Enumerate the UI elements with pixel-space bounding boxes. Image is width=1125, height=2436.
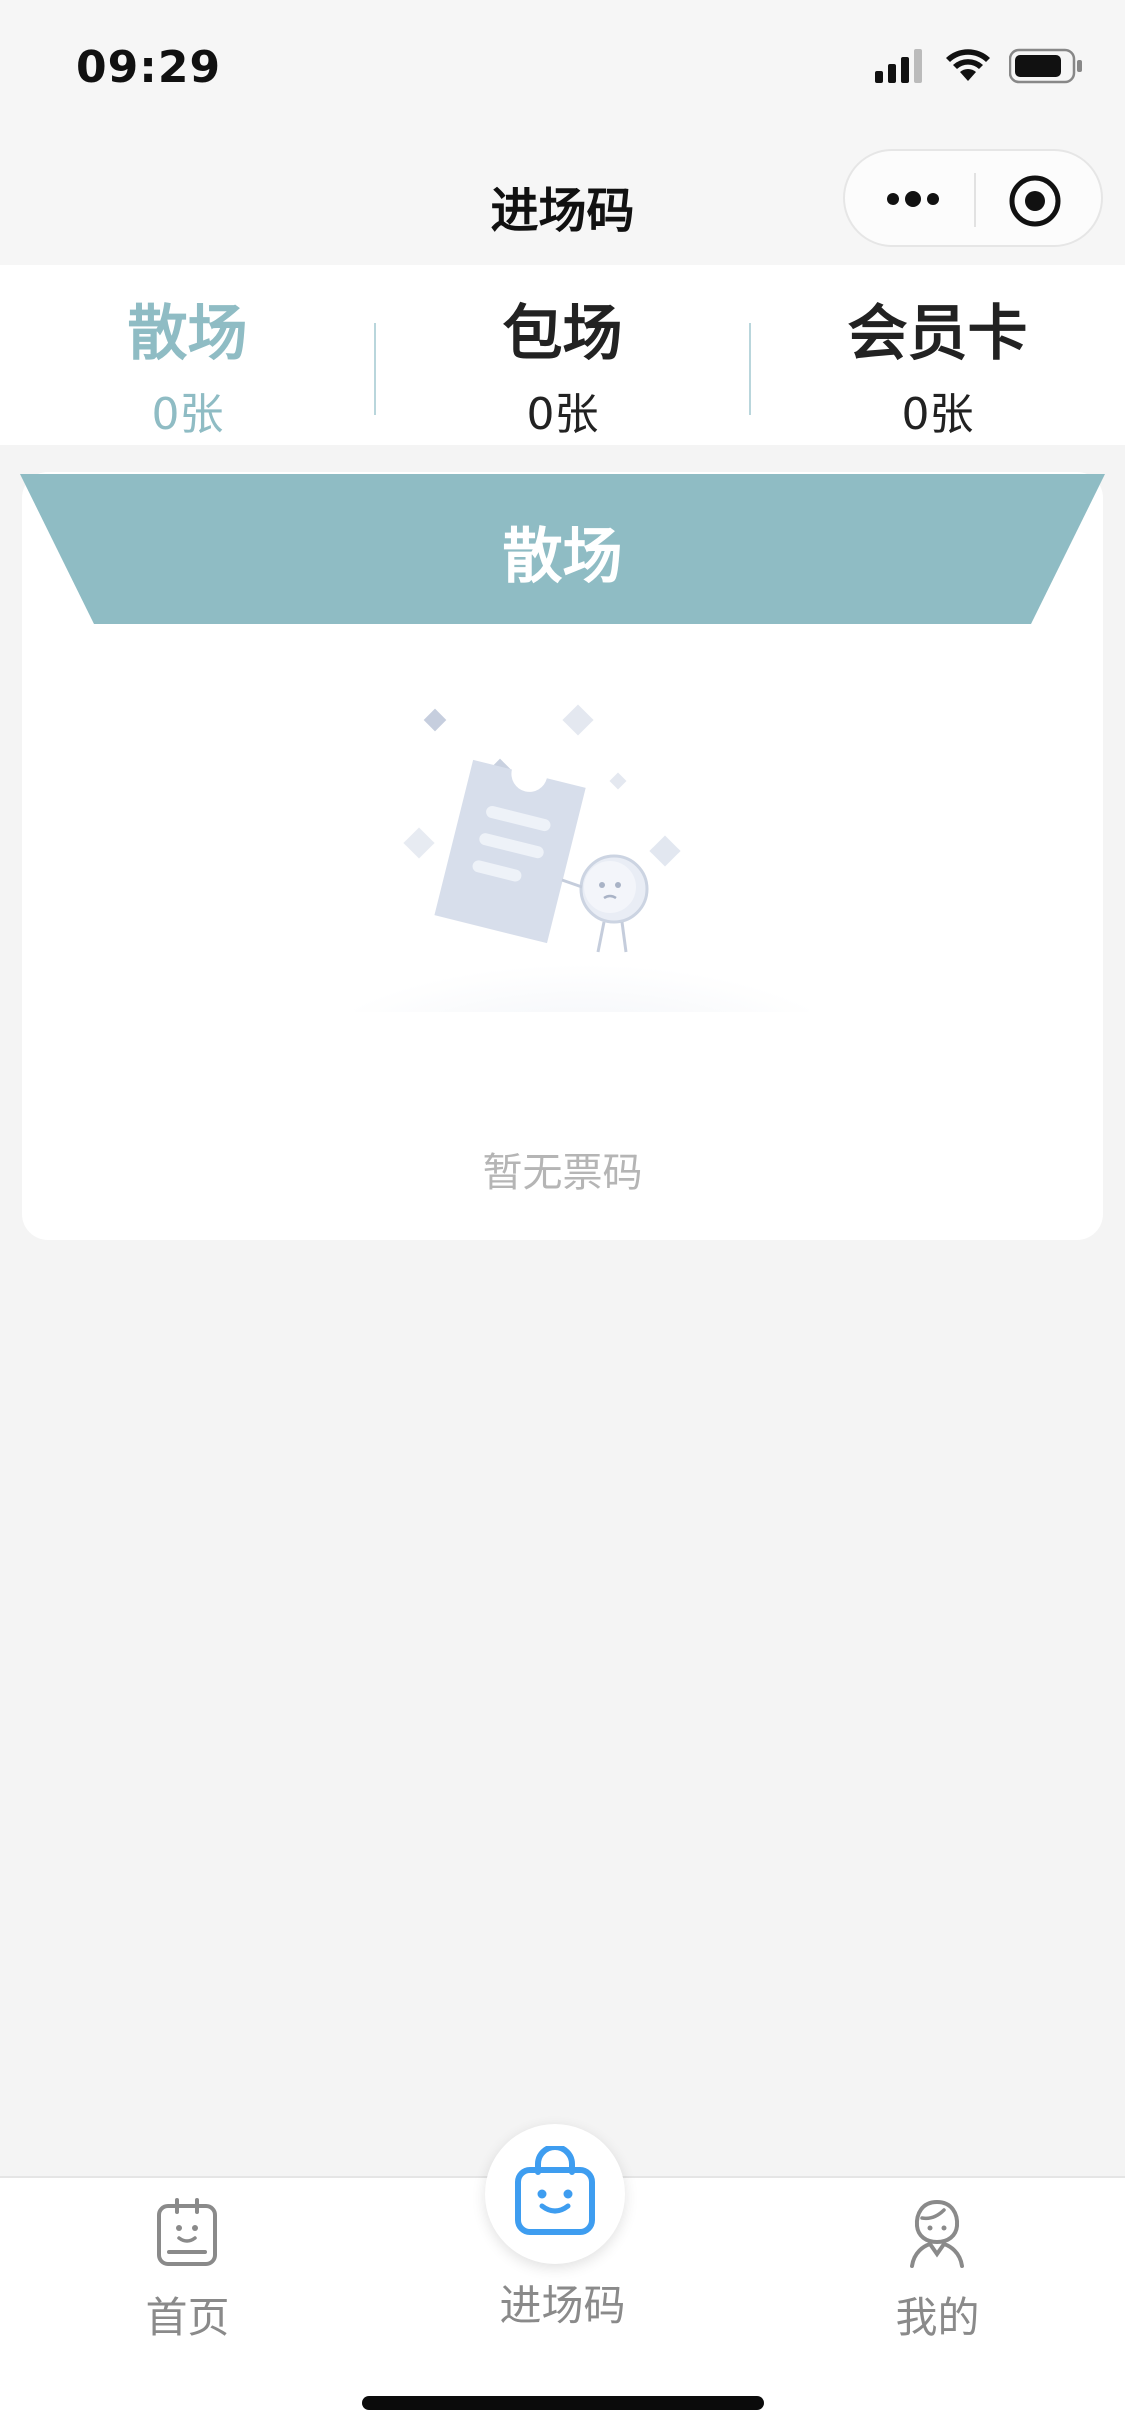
card-banner-title: 散场 — [502, 522, 623, 592]
more-icon[interactable] — [883, 179, 943, 219]
tabbar-item-home[interactable]: 首页 — [0, 2178, 375, 2378]
nav-bar: 进场码 — [0, 135, 1125, 265]
tab-count: 0张 — [901, 389, 974, 440]
battery-icon — [1009, 48, 1082, 84]
empty-state-text: 暂无票码 — [482, 1150, 643, 1196]
user-icon — [910, 2199, 964, 2268]
signal-icon — [875, 49, 922, 83]
home-note-icon — [157, 2198, 217, 2266]
tab-label: 包场 — [502, 299, 623, 369]
empty-ticket-illustration — [342, 704, 822, 1012]
tab-label: 散场 — [127, 299, 248, 369]
tab-member-card[interactable]: 会员卡 0张 — [750, 265, 1125, 445]
tab-sanchang[interactable]: 散场 0张 — [0, 265, 375, 445]
tab-label: 会员卡 — [847, 299, 1028, 369]
tab-count: 0张 — [151, 389, 224, 440]
tabbar-item-mine[interactable]: 我的 — [750, 2178, 1125, 2378]
mini-program-capsule — [843, 149, 1103, 247]
tab-count: 0张 — [526, 389, 599, 440]
tabbar-item-entry-code[interactable]: 进场码 — [375, 2178, 750, 2378]
capsule-divider — [974, 173, 976, 227]
tab-baochang[interactable]: 包场 0张 — [375, 265, 750, 445]
tabbar-label: 进场码 — [499, 2281, 626, 2330]
home-indicator[interactable] — [362, 2396, 764, 2410]
wifi-icon — [946, 49, 990, 81]
status-icons — [875, 48, 1083, 84]
status-bar: 09:29 — [0, 0, 1125, 135]
close-target-icon[interactable] — [1007, 173, 1063, 229]
status-time: 09:29 — [76, 42, 222, 93]
tabbar-label: 我的 — [895, 2293, 980, 2342]
ticket-card: 散场 暂无票码 — [20, 472, 1105, 1240]
tabbar-label: 首页 — [145, 2293, 230, 2342]
ticket-type-tabs: 散场 0张 包场 0张 会员卡 0张 — [0, 265, 1125, 445]
